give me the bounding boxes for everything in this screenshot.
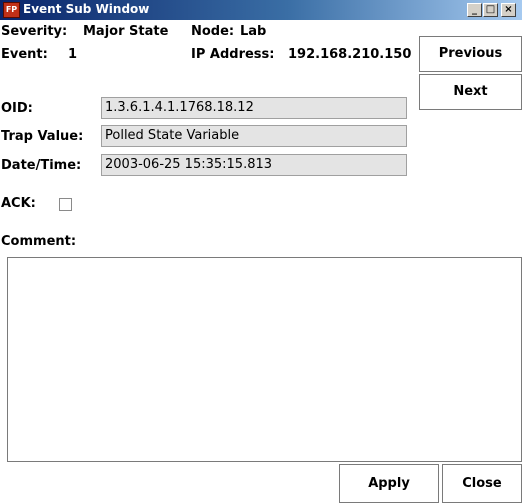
severity-value: Major State <box>83 24 169 39</box>
minimize-button[interactable]: _ <box>467 3 482 17</box>
severity-label: Severity: <box>1 24 68 39</box>
trap-value-label: Trap Value: <box>1 129 84 144</box>
event-value: 1 <box>68 47 78 62</box>
trap-value-field[interactable]: Polled State Variable <box>101 125 407 147</box>
ack-checkbox[interactable] <box>59 198 72 211</box>
next-button[interactable]: Next <box>419 74 522 110</box>
ack-label: ACK: <box>1 196 36 211</box>
datetime-label: Date/Time: <box>1 158 82 173</box>
node-value: Lab <box>240 24 267 39</box>
ip-address-value: 192.168.210.150 <box>288 47 412 62</box>
oid-label: OID: <box>1 101 33 116</box>
oid-field[interactable]: 1.3.6.1.4.1.1768.18.12 <box>101 97 407 119</box>
comment-textarea[interactable] <box>7 257 522 462</box>
node-label: Node: <box>191 24 235 39</box>
maximize-button[interactable]: □ <box>483 3 498 17</box>
event-sub-window: FP Event Sub Window _ □ × Severity: Majo… <box>0 0 522 503</box>
ip-address-label: IP Address: <box>191 47 275 62</box>
comment-label: Comment: <box>1 234 77 249</box>
datetime-field[interactable]: 2003-06-25 15:35:15.813 <box>101 154 407 176</box>
close-window-button[interactable]: × <box>501 3 516 17</box>
close-button[interactable]: Close <box>442 464 522 503</box>
apply-button[interactable]: Apply <box>339 464 439 503</box>
app-icon: FP <box>3 2 20 18</box>
window-title: Event Sub Window <box>23 2 150 16</box>
title-bar[interactable]: FP Event Sub Window _ □ × <box>0 0 522 20</box>
previous-button[interactable]: Previous <box>419 36 522 72</box>
event-label: Event: <box>1 47 48 62</box>
